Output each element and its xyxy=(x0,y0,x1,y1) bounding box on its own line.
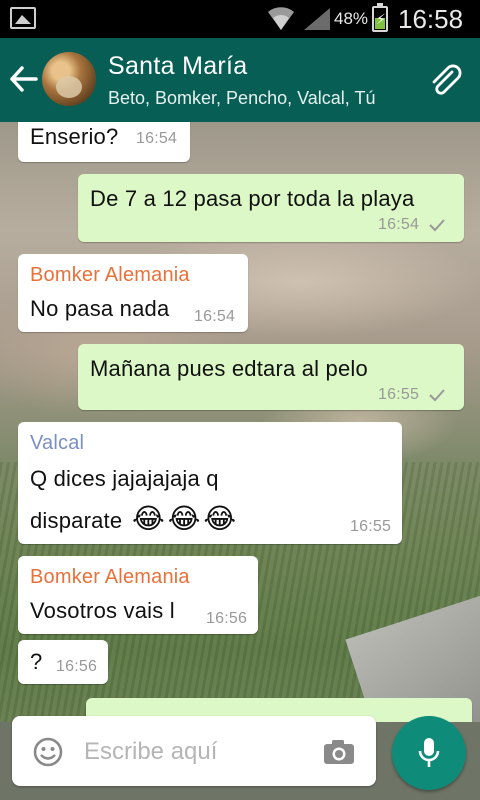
wifi-icon xyxy=(268,7,294,31)
message-time: 16:54 xyxy=(194,308,236,325)
message-incoming[interactable]: Valcal Q dices jajajajaja q disparate 😂😂… xyxy=(18,422,402,544)
battery-percent: 48% xyxy=(334,9,369,28)
message-outgoing[interactable]: Mañana pues edtara al pelo 16:55 xyxy=(78,344,464,410)
message-incoming[interactable]: Enserio? 16:54 xyxy=(18,122,190,162)
message-incoming[interactable]: Bomker Alemania Vosotros vais l 16:56 xyxy=(18,556,258,634)
message-input[interactable]: Escribe aquí xyxy=(84,738,217,766)
message-text: De 7 a 12 pasa por toda la playa xyxy=(90,186,415,211)
microphone-icon xyxy=(418,738,440,767)
message-text-line1: Q dices jajajajaja q xyxy=(30,466,219,491)
message-incoming[interactable]: ? 16:56 xyxy=(18,640,108,684)
message-time: 16:54 xyxy=(136,130,178,147)
message-time: 16:55 xyxy=(350,518,392,535)
message-sender: Valcal xyxy=(30,432,85,454)
message-incoming[interactable]: Bomker Alemania No pasa nada 16:54 xyxy=(18,254,248,332)
voice-record-button[interactable] xyxy=(392,716,466,790)
attach-paperclip-icon[interactable] xyxy=(428,64,462,98)
sent-check-icon xyxy=(429,219,445,232)
message-time: 16:56 xyxy=(206,610,248,627)
message-text: Vosotros vais l xyxy=(30,598,175,623)
emoji-icon[interactable] xyxy=(32,736,64,768)
sent-check-icon xyxy=(429,389,445,402)
status-clock: 16:58 xyxy=(398,4,464,34)
message-text: Mañana pues edtara al pelo xyxy=(90,356,368,381)
laughing-emojis: 😂😂😂 xyxy=(132,503,240,534)
message-composer[interactable]: Escribe aquí xyxy=(12,716,376,786)
message-text: Enserio? xyxy=(30,124,119,149)
chat-header: Santa María Beto, Bomker, Pencho, Valcal… xyxy=(0,38,480,122)
chat-participants[interactable]: Beto, Bomker, Pencho, Valcal, Tú xyxy=(108,88,375,109)
message-sender: Bomker Alemania xyxy=(30,566,190,588)
signal-icon xyxy=(304,8,330,30)
message-time: 16:56 xyxy=(56,658,98,675)
camera-icon[interactable] xyxy=(322,738,356,766)
group-avatar[interactable] xyxy=(42,52,96,106)
message-text: No pasa nada xyxy=(30,296,170,321)
message-outgoing[interactable]: De 7 a 12 pasa por toda la playa 16:54 xyxy=(78,174,464,242)
status-bar: 48% ⚡ 16:58 xyxy=(0,0,480,38)
back-arrow-icon[interactable] xyxy=(10,66,38,92)
message-sender: Bomker Alemania xyxy=(30,264,190,286)
gallery-notification-icon xyxy=(10,7,36,29)
message-time: 16:54 xyxy=(378,216,420,233)
message-time: 16:55 xyxy=(378,386,420,403)
chat-title[interactable]: Santa María xyxy=(108,52,247,81)
battery-icon: ⚡ xyxy=(372,3,388,32)
chat-area[interactable]: Enserio? 16:54 De 7 a 12 pasa por toda l… xyxy=(0,122,480,722)
message-text-line2: disparate xyxy=(30,508,123,533)
message-text: ? xyxy=(30,649,43,674)
